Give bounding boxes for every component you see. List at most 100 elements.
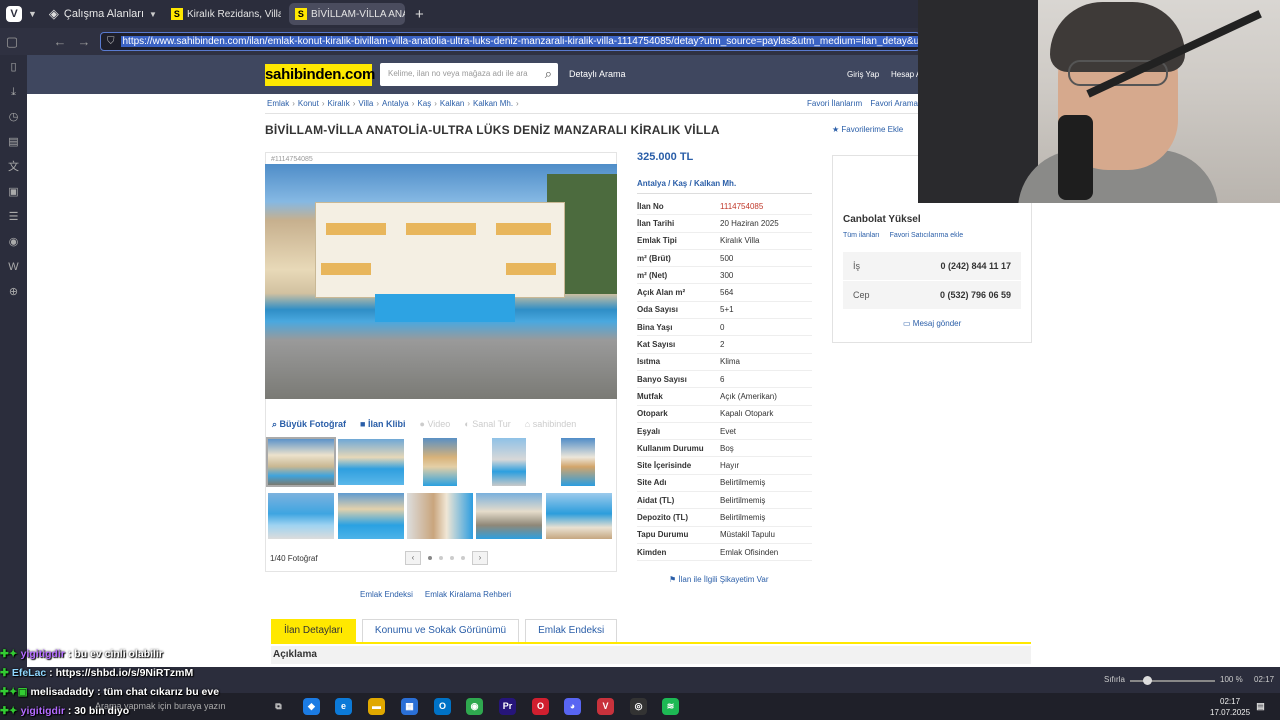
breadcrumb-item[interactable]: Konut [298, 99, 319, 108]
tab-location-street-view[interactable]: Konumu ve Sokak Görünümü [361, 619, 520, 643]
add-favorite-button[interactable]: ★ Favorilerime Ekle [832, 125, 903, 134]
chat-badge-icon: ✚ [0, 667, 9, 679]
thumbnail[interactable] [561, 438, 595, 486]
vivaldi-icon[interactable]: V [597, 698, 614, 715]
sahibinden-tab[interactable]: ⌂ sahibinden [525, 419, 576, 430]
detailed-search-link[interactable]: Detaylı Arama [569, 69, 626, 79]
breadcrumb-item[interactable]: Antalya [382, 99, 409, 108]
pager-dot[interactable] [450, 556, 454, 560]
workspace-switcher[interactable]: ◈ Çalışma Alanları ▼ [49, 6, 157, 22]
zoom-reset-button[interactable]: Sıfırla [1104, 675, 1125, 684]
spotify-icon[interactable]: ≋ [662, 698, 679, 715]
search-icon[interactable]: ⌕ [545, 66, 552, 82]
pager-dot[interactable] [428, 556, 432, 560]
emlak-endeksi-link[interactable]: Emlak Endeksi [360, 590, 413, 599]
thumbnail[interactable] [407, 493, 473, 539]
large-photo-tab[interactable]: ⌕ Büyük Fotoğraf [272, 419, 346, 430]
phone-number[interactable]: 0 (532) 796 06 59 [940, 290, 1011, 300]
favorite-seller-link[interactable]: Favori Satıcılarıma ekle [890, 232, 964, 239]
add-panel-icon[interactable]: ⊕ [0, 280, 27, 305]
location-city[interactable]: Antalya [637, 179, 666, 188]
reading-list-icon[interactable]: ☰ [0, 205, 27, 230]
copilot-icon[interactable]: ◆ [303, 698, 320, 715]
browser-tab-active[interactable]: S BİVİLLAM-VİLLA ANATOLİ [288, 3, 405, 25]
login-link[interactable]: Giriş Yap [847, 70, 879, 79]
taskbar-clock[interactable]: 02:17 17.07.2025 [1210, 696, 1250, 718]
new-tab-icon[interactable]: + [415, 6, 424, 23]
phone-number[interactable]: 0 (242) 844 11 17 [940, 261, 1011, 271]
notes-icon[interactable]: ▤ [0, 130, 27, 155]
history-icon[interactable]: ◷ [0, 105, 27, 130]
forward-icon[interactable]: → [72, 34, 96, 49]
next-page-icon[interactable]: › [472, 551, 488, 565]
thumbnail[interactable] [492, 438, 526, 486]
breadcrumb-item[interactable]: Kaş [417, 99, 431, 108]
file-explorer-icon[interactable]: ▬ [368, 698, 385, 715]
thumbnail[interactable] [546, 493, 612, 539]
seller-name[interactable]: Canbolat Yüksel [843, 214, 921, 225]
site-search-input[interactable]: Kelime, ilan no veya mağaza adı ile ara … [380, 63, 558, 86]
pager-dot[interactable] [439, 556, 443, 560]
video-clip-tab[interactable]: ■ İlan Klibi [360, 419, 405, 430]
chevron-down-icon[interactable]: ▼ [28, 9, 37, 19]
panel-toggle-icon[interactable]: ▢ [0, 34, 24, 50]
site-logo[interactable]: sahibinden.com [265, 64, 375, 86]
divider [637, 193, 812, 194]
translate-icon[interactable]: 文 [0, 155, 27, 180]
breadcrumb-item[interactable]: Kiralık [327, 99, 349, 108]
detail-row: Site Adı Belirtilmemiş [637, 475, 812, 493]
location-neighborhood[interactable]: Kalkan Mh. [694, 179, 736, 188]
bookmarks-icon[interactable]: ▯ [0, 55, 27, 80]
breadcrumb-item[interactable]: Kalkan [440, 99, 464, 108]
account-link[interactable]: Hesap A [891, 70, 921, 79]
thumbnail[interactable] [266, 437, 336, 487]
main-photo[interactable] [265, 164, 617, 399]
breadcrumb-item[interactable]: Kalkan Mh. [473, 99, 513, 108]
zoom-slider-handle[interactable] [1143, 676, 1152, 685]
window-panel-icon[interactable]: ▣ [0, 180, 27, 205]
flag-icon: ⚑ [669, 575, 677, 584]
all-ads-link[interactable]: Tüm ilanları [843, 232, 880, 239]
thumbnail[interactable] [338, 493, 404, 539]
edge-icon[interactable]: e [335, 698, 352, 715]
tab-listing-details[interactable]: İlan Detayları [271, 619, 356, 643]
thumbnail[interactable] [338, 439, 404, 485]
vivaldi-menu-icon[interactable]: V [6, 6, 22, 22]
browser-tab[interactable]: S Kiralık Rezidans, Villa, Müst [165, 3, 281, 25]
send-message-button[interactable]: ▭ Mesaj gönder [903, 319, 961, 328]
task-view-icon[interactable]: ⧉ [270, 698, 287, 715]
breadcrumb-item[interactable]: Villa [358, 99, 373, 108]
virtual-tour-tab[interactable]: ◐ Sanal Tur [464, 419, 510, 430]
back-icon[interactable]: ← [48, 34, 72, 49]
wikipedia-icon[interactable]: W [0, 255, 27, 280]
tab-emlak-endeksi[interactable]: Emlak Endeksi [525, 619, 618, 643]
premiere-icon[interactable]: Pr [499, 698, 516, 715]
url-field[interactable]: ⛉ https://www.sahibinden.com/ilan/emlak-… [100, 32, 920, 51]
report-listing-link[interactable]: ⚑ İlan ile İlgili Şikayetim Var [669, 575, 769, 584]
chat-text: 30 bin diyo [74, 705, 130, 717]
location-district[interactable]: Kaş [673, 179, 688, 188]
phone-work: İş 0 (242) 844 11 17 [843, 252, 1021, 280]
rental-guide-link[interactable]: Emlak Kiralama Rehberi [425, 590, 511, 599]
pager-dot[interactable] [461, 556, 465, 560]
thumbnail[interactable] [423, 438, 457, 486]
thumbnail[interactable] [476, 493, 542, 539]
detail-row: İlan Tarihi 20 Haziran 2025 [637, 215, 812, 233]
discord-icon[interactable]: ◕ [564, 698, 581, 715]
outlook-icon[interactable]: O [434, 698, 451, 715]
previous-page-icon[interactable]: ‹ [405, 551, 421, 565]
breadcrumb-item[interactable]: Emlak [267, 99, 289, 108]
mastodon-icon[interactable]: ◉ [0, 230, 27, 255]
video-tab[interactable]: ● Video [420, 419, 451, 430]
obs-icon[interactable]: ◎ [630, 698, 647, 715]
detail-row: Depozito (TL) Belirtilmemiş [637, 509, 812, 527]
site-info-icon[interactable]: ⛉ [107, 36, 115, 47]
thumbnail[interactable] [268, 493, 334, 539]
opera-icon[interactable]: O [532, 698, 549, 715]
downloads-icon[interactable]: ⤓ [0, 80, 27, 105]
favorite-listings-link[interactable]: Favori İlanlarım [807, 99, 862, 108]
notification-icon[interactable]: ▤ [1252, 698, 1269, 715]
description-header[interactable]: Açıklama [271, 646, 1031, 664]
store-icon[interactable]: ▦ [401, 698, 418, 715]
chrome-icon[interactable]: ◉ [466, 698, 483, 715]
